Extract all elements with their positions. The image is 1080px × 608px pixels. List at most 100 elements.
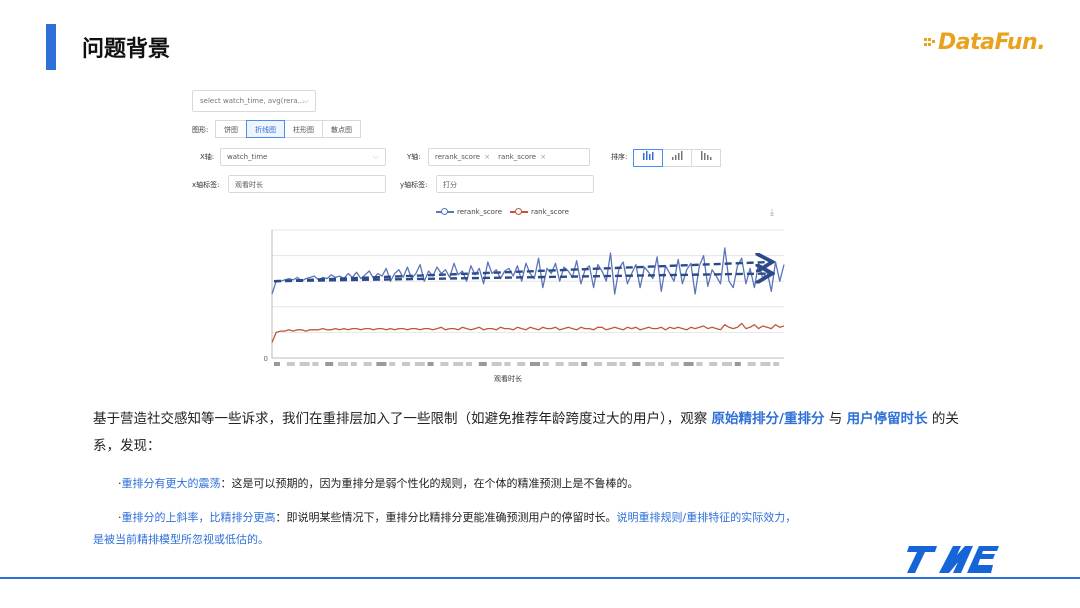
bar-sort-asc-icon[interactable] [662,149,692,167]
x-tick-mark [773,362,780,366]
chart-type-scatter-option[interactable]: 散点图 [322,120,361,138]
query-select[interactable]: select watch_time, avg(rera... ⌵ [192,90,316,112]
x-axis-title: 观看时长 [494,374,522,383]
x-tick-mark [542,362,549,366]
bullet-text: ：这是可以预期的，因为重排分是弱个性化的规则，在个体的精准预测上是不鲁棒的。 [220,477,639,490]
x-tick-mark [606,362,617,366]
x-tick-mark [299,362,310,366]
x-tick-mark [440,362,449,366]
title-accent-bar [46,24,56,70]
y-axis-multiselect[interactable]: rerank_score × rank_score × [428,148,590,166]
x-tick-mark [670,362,679,366]
bar-sort-icon[interactable] [633,149,663,167]
x-tick-mark [709,362,718,366]
x-tick-mark [466,362,472,366]
x-tick-mark [286,362,295,366]
download-icon[interactable]: ⤓ [770,208,774,218]
x-tick-mark [478,362,487,366]
y-axis-tag-text: rerank_score [435,153,480,161]
x-tick-mark [645,362,656,366]
y-label-field-label: y轴标签: [400,181,428,189]
paragraph-text: 与 [824,411,847,427]
x-tick-mark [581,362,588,366]
datafun-logo: DataFun. [924,30,1046,55]
chart-type-bar-option[interactable]: 柱形图 [284,120,323,138]
finding-bullet-continued: 是被当前精排模型所忽视或低估的。 [93,530,269,550]
paragraph-highlight: 用户停留时长 [846,411,928,427]
y-tick-label: 0 [264,355,268,363]
paragraph-highlight: 原始精排分/重排分 [711,411,825,427]
y-axis-tag-rerank[interactable]: rerank_score × [435,153,490,161]
x-tick-mark [504,362,511,366]
x-tick-mark [338,362,348,366]
line-marker-icon [510,208,528,216]
x-tick-mark [683,362,694,366]
x-tick-mark [312,362,319,366]
line-marker-icon [436,208,454,216]
chart-type-line-option[interactable]: 折线图 [246,120,285,138]
x-tick-mark [350,362,357,366]
close-icon[interactable]: × [538,153,546,161]
paragraph-text: 基于营造社交感知等一些诉求，我们在重排层加入了一些限制（如避免推荐年龄跨度过大的… [93,411,712,427]
x-tick-mark [555,362,564,366]
x-tick-mark [453,362,464,366]
x-tick-mark [274,362,280,366]
y-axis-label: Y轴: [407,153,421,161]
logo-dots-icon [924,36,936,50]
x-tick-mark [491,362,502,366]
x-label-input-value: 观看时长 [235,181,263,189]
x-tick-mark [734,362,741,366]
bullet-highlight: 是被当前精排模型所忽视或低估的。 [93,533,269,546]
legend-item-rerank[interactable]: rerank_score [436,208,502,216]
x-tick-mark [632,362,641,366]
y-axis-tag-text: rank_score [498,153,537,161]
series-line-rank-score [271,322,785,343]
x-tick-mark [363,362,372,366]
finding-bullet: ·重排分的上斜率，比精排分更高：即说明某些情况下，重排分比精排分更能准确预测用户… [118,508,984,528]
tme-logo [907,546,999,573]
x-tick-mark [696,362,703,366]
x-tick-mark [747,362,756,366]
close-icon[interactable]: × [482,153,490,161]
x-label-field-label: x轴标签: [192,181,220,189]
slide-title: 问题背景 [82,37,171,62]
x-tick-mark [376,362,387,366]
chart-type-pie-option[interactable]: 饼图 [215,120,247,138]
x-axis-select[interactable]: watch_time ⌵ [220,148,386,166]
footer-line [0,577,1080,579]
line-chart: 0 观看时长 [264,229,785,383]
x-tick-mark [427,362,434,366]
bullet-text: ：即说明某些情况下，重排分比精排分更能准确预测用户的停留时长。 [275,511,617,524]
x-tick-mark [568,362,579,366]
legend-item-rank[interactable]: rank_score [510,208,569,216]
legend-label: rank_score [531,208,569,216]
sort-label: 排序: [611,153,628,161]
x-tick-mark [760,362,771,366]
x-tick-mark [517,362,526,366]
y-label-input-value: 打分 [443,181,457,189]
sort-selector [633,149,721,167]
bullet-highlight: 说明重排规则/重排特征的实际效力， [616,511,797,524]
x-axis-value: watch_time [227,153,268,161]
x-tick-mark [414,362,425,366]
chart-type-selector: 饼图 折线图 柱形图 散点图 [215,120,361,138]
x-tick-mark [530,362,540,366]
y-label-input[interactable]: 打分 [436,175,594,193]
logo-text: DataFun. [938,30,1046,55]
y-axis-tag-rank[interactable]: rank_score × [498,153,546,161]
x-tick-mark [619,362,626,366]
chart-legend: rerank_score rank_score [436,208,577,216]
x-tick-mark [658,362,664,366]
chevron-down-icon: ⌵ [302,96,309,105]
x-label-input[interactable]: 观看时长 [228,175,386,193]
bullet-highlight: 重排分有更大的震荡 [121,477,221,490]
x-tick-mark [722,362,732,366]
query-select-text: select watch_time, avg(rera... [200,97,305,105]
chart-type-label: 图形: [192,126,209,134]
bar-sort-desc-icon[interactable] [691,149,721,167]
body-paragraph: 基于营造社交感知等一些诉求，我们在重排层加入了一些限制（如避免推荐年龄跨度过大的… [93,406,973,460]
legend-label: rerank_score [457,208,502,216]
finding-bullet: ·重排分有更大的震荡：这是可以预期的，因为重排分是弱个性化的规则，在个体的精准预… [118,474,639,494]
x-tick-mark [402,362,410,366]
x-tick-mark [325,362,334,366]
